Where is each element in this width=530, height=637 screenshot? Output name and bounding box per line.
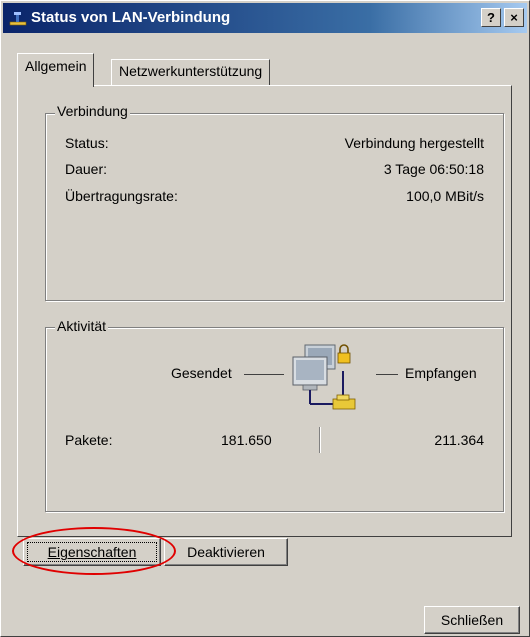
close-window-button[interactable]: × <box>504 8 524 27</box>
title-bar[interactable]: Status von LAN-Verbindung ? × <box>3 3 527 33</box>
status-value: Verbindung hergestellt <box>344 135 484 151</box>
sent-label: Gesendet <box>171 365 232 381</box>
properties-button-label: Eigenschaften <box>47 544 137 560</box>
network-computers-icon <box>292 344 356 410</box>
duration-value: 3 Tage 06:50:18 <box>383 161 484 177</box>
close-button[interactable]: Schließen <box>424 606 520 634</box>
received-label: Empfangen <box>405 365 477 381</box>
packets-received-value: 211.364 <box>434 432 484 448</box>
deactivate-button-label: Deaktivieren <box>187 544 265 560</box>
speed-label: Übertragungsrate: <box>65 188 178 204</box>
tab-allgemein[interactable]: Allgemein <box>17 53 95 87</box>
activity-legend: Aktivität <box>55 318 109 334</box>
connection-legend: Verbindung <box>55 103 130 119</box>
packets-sent-value: 181.650 <box>221 432 272 448</box>
received-line <box>376 374 398 375</box>
properties-button[interactable]: Eigenschaften <box>23 538 161 566</box>
duration-label: Dauer: <box>65 161 108 177</box>
status-label: Status: <box>65 135 109 151</box>
activity-groupbox <box>45 327 504 512</box>
window-title: Status von LAN-Verbindung <box>31 9 231 26</box>
help-button[interactable]: ? <box>481 8 501 27</box>
tab-netzwerkunterstuetzung[interactable]: Netzwerkunterstützung <box>111 59 271 86</box>
network-connection-icon <box>9 12 27 26</box>
speed-value: 100,0 MBit/s <box>406 188 484 204</box>
packets-separator <box>319 427 321 453</box>
packets-label: Pakete: <box>65 432 113 448</box>
close-button-label: Schließen <box>440 612 504 628</box>
dialog-window: Status von LAN-Verbindung ? × Allgemein … <box>0 0 530 637</box>
lock-icon <box>337 344 351 364</box>
sent-line <box>244 374 284 375</box>
deactivate-button[interactable]: Deaktivieren <box>164 538 288 566</box>
